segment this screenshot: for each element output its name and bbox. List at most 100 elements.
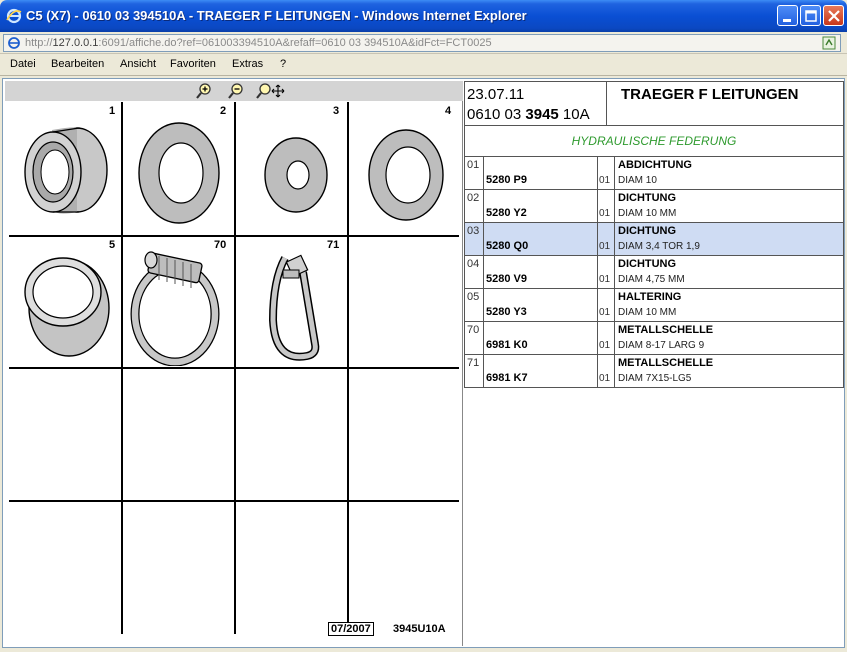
part-1-illustration[interactable] [17,120,117,230]
parts-diagram: 1 2 3 4 5 70 71 07/2007 3945U10A [5,102,463,646]
row-detail: DIAM 7X15-LG5 [618,373,692,384]
part-5-illustration[interactable] [19,250,117,362]
menu-bearbeiten[interactable]: Bearbeiten [51,58,104,70]
row-name: METALLSCHELLE [618,324,714,336]
row-reference[interactable]: 5280 Y3 [486,306,527,318]
zoom-in-icon[interactable] [195,83,213,99]
row-position: 05 [467,291,480,303]
menu-datei[interactable]: Datei [10,58,36,70]
row-position: 03 [467,225,480,237]
group-reference: 0610 03 3945 10A [467,106,590,123]
cell-label-1: 1 [109,105,116,117]
row-name: METALLSCHELLE [618,357,714,369]
catalog-date: 23.07.11 [467,86,525,103]
row-name: DICHTUNG [618,192,677,204]
row-quantity: 01 [599,208,611,219]
url-prefix: http:// [25,37,53,49]
url-rest: :6091/affiche.do?ref=061003394510A&refaf… [98,37,492,49]
cell-label-3: 3 [333,105,340,117]
row-quantity: 01 [599,274,611,285]
subheader: HYDRAULISCHE FEDERUNG [464,126,844,157]
maximize-icon [805,10,817,22]
part-71-illustration[interactable] [255,250,327,366]
parts-row[interactable]: 02 5280 Y2 01 DICHTUNG DIAM 10 MM [464,190,844,223]
maximize-button[interactable] [800,5,821,26]
cell-label-2: 2 [220,105,227,117]
address-field[interactable]: http://127.0.0.1:6091/affiche.do?ref=061… [3,34,841,52]
row-detail: DIAM 10 MM [618,307,677,318]
row-position: 71 [467,357,480,369]
row-detail: DIAM 4,75 MM [618,274,685,285]
parts-row[interactable]: 70 6981 K0 01 METALLSCHELLE DIAM 8-17 LAR… [464,322,844,355]
close-icon [828,10,840,22]
cell-label-4: 4 [445,105,452,117]
cell-label-71: 71 [327,239,340,251]
page-content: 1 2 3 4 5 70 71 07/2007 3945U10A 23.07.1… [2,78,845,648]
menu-extras[interactable]: Extras [232,58,263,70]
row-quantity: 01 [599,175,611,186]
address-url: http://127.0.0.1:6091/affiche.do?ref=061… [25,37,492,49]
ie-logo-icon [6,8,22,24]
pan-zoom-icon[interactable] [255,83,285,99]
row-name: DICHTUNG [618,225,677,237]
row-reference[interactable]: 5280 Q0 [486,240,528,252]
grid-line [9,367,459,369]
menu-ansicht[interactable]: Ansicht [120,58,156,70]
close-button[interactable] [823,5,844,26]
row-position: 01 [467,159,480,171]
row-quantity: 01 [599,340,611,351]
row-position: 02 [467,192,480,204]
window-title: C5 (X7) - 0610 03 394510A - TRAEGER F LE… [26,8,527,23]
parts-row[interactable]: 04 5280 V9 01 DICHTUNG DIAM 4,75 MM [464,256,844,289]
row-detail: DIAM 3,4 TOR 1,9 [618,241,700,252]
diagram-code: 3945U10A [393,623,446,635]
grid-line [9,235,459,237]
ref-prefix: 0610 03 [467,106,526,123]
ref-suffix: 10A [558,106,590,123]
menu-help[interactable]: ? [280,58,286,70]
row-name: HALTERING [618,291,682,303]
part-2-illustration[interactable] [133,117,225,227]
part-70-illustration[interactable] [129,250,229,366]
page-title: TRAEGER F LEITUNGEN [621,86,799,103]
row-detail: DIAM 10 [618,175,657,186]
ref-bold: 3945 [525,106,559,123]
row-position: 04 [467,258,480,270]
row-detail: DIAM 10 MM [618,208,677,219]
parts-row[interactable]: 01 5280 P9 01 ABDICHTUNG DIAM 10 [464,157,844,190]
row-name: ABDICHTUNG [618,159,692,171]
compatibility-icon[interactable] [822,36,836,50]
parts-row-selected[interactable]: 03 5280 Q0 01 DICHTUNG DIAM 3,4 TOR 1,9 [464,223,844,256]
url-host: 127.0.0.1 [52,37,99,49]
row-reference[interactable]: 5280 V9 [486,273,527,285]
page-icon [8,37,20,49]
header-title-box: TRAEGER F LEITUNGEN [607,81,844,126]
title-bar[interactable]: C5 (X7) - 0610 03 394510A - TRAEGER F LE… [0,0,847,32]
zoom-toolbar [5,81,463,101]
menu-bar: Datei Bearbeiten Ansicht Favoriten Extra… [0,55,847,76]
row-quantity: 01 [599,373,611,384]
row-quantity: 01 [599,307,611,318]
zoom-out-icon[interactable] [227,83,245,99]
minimize-button[interactable] [777,5,798,26]
row-reference[interactable]: 6981 K0 [486,339,528,351]
part-4-illustration[interactable] [365,124,447,226]
row-position: 70 [467,324,480,336]
function-subtitle: HYDRAULISCHE FEDERUNG [571,134,737,148]
row-name: DICHTUNG [618,258,677,270]
grid-line [9,500,459,502]
row-reference[interactable]: 5280 Y2 [486,207,527,219]
row-detail: DIAM 8-17 LARG 9 [618,340,705,351]
row-reference[interactable]: 5280 P9 [486,174,527,186]
menu-favoriten[interactable]: Favoriten [170,58,216,70]
diagram-pane: 1 2 3 4 5 70 71 07/2007 3945U10A [5,81,463,646]
row-reference[interactable]: 6981 K7 [486,372,528,384]
parts-list-pane: 23.07.11 0610 03 3945 10A TRAEGER F LEIT… [464,81,844,646]
parts-row[interactable]: 05 5280 Y3 01 HALTERING DIAM 10 MM [464,289,844,322]
diagram-date: 07/2007 [328,622,374,636]
minimize-icon [783,19,791,22]
row-quantity: 01 [599,241,611,252]
header-info: 23.07.11 0610 03 3945 10A [464,81,607,126]
parts-row[interactable]: 71 6981 K7 01 METALLSCHELLE DIAM 7X15-LG5 [464,355,844,388]
part-3-illustration[interactable] [260,132,332,218]
